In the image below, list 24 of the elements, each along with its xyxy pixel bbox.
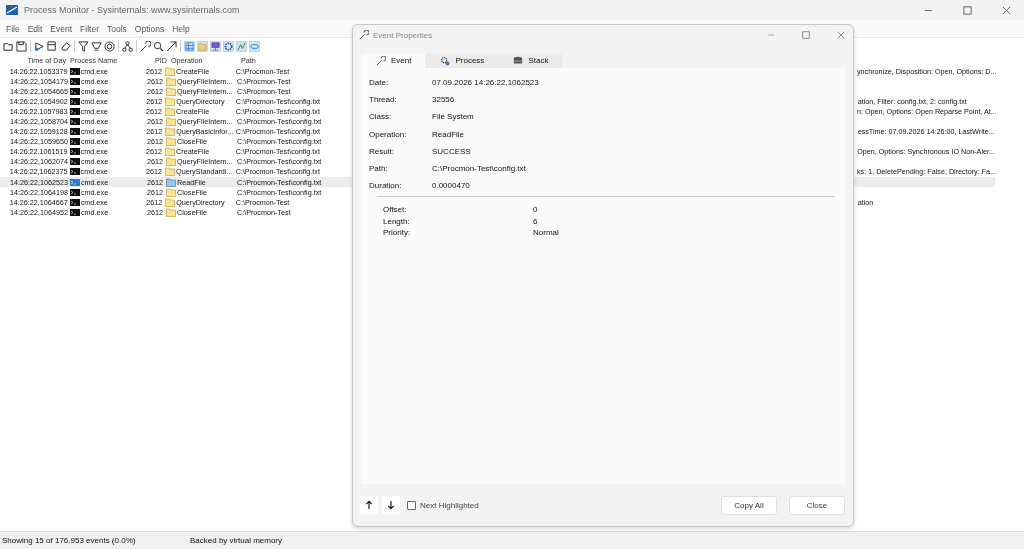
field-label: Priority: xyxy=(383,228,412,238)
field-label: Date: xyxy=(369,78,390,88)
field-value: SUCCESS xyxy=(432,146,471,156)
field-value: Normal xyxy=(533,228,559,238)
window-title: Process Monitor - Sysinternals: www.sysinternals.com xyxy=(24,5,240,15)
field-label: Operation: xyxy=(369,129,408,139)
field-value: 6 xyxy=(533,216,538,226)
dialog-title: Event Properties xyxy=(373,30,433,40)
field-label: Length: xyxy=(383,216,411,226)
status-text: Backed by virtual memory xyxy=(190,536,283,545)
field-label: Path: xyxy=(369,164,389,174)
field-label: Offset: xyxy=(383,204,408,214)
field-label: Class: xyxy=(369,112,393,122)
field-value: 0.0000470 xyxy=(432,181,470,191)
field-value: 07.09.2026 14:26:22,1062523 xyxy=(432,78,539,88)
status-text: Showing 15 of 176.953 events (0.0%) xyxy=(2,536,137,545)
field-value: File System xyxy=(432,112,474,122)
field-label: Duration: xyxy=(369,181,403,191)
field-value: 32556 xyxy=(432,95,455,105)
field-label: Thread: xyxy=(369,95,398,105)
field-value: C:\Procmon-Test\config.txt xyxy=(432,164,526,174)
field-label: Result: xyxy=(369,146,395,156)
field-value: 0 xyxy=(533,204,538,214)
field-value: ReadFile xyxy=(432,129,464,139)
